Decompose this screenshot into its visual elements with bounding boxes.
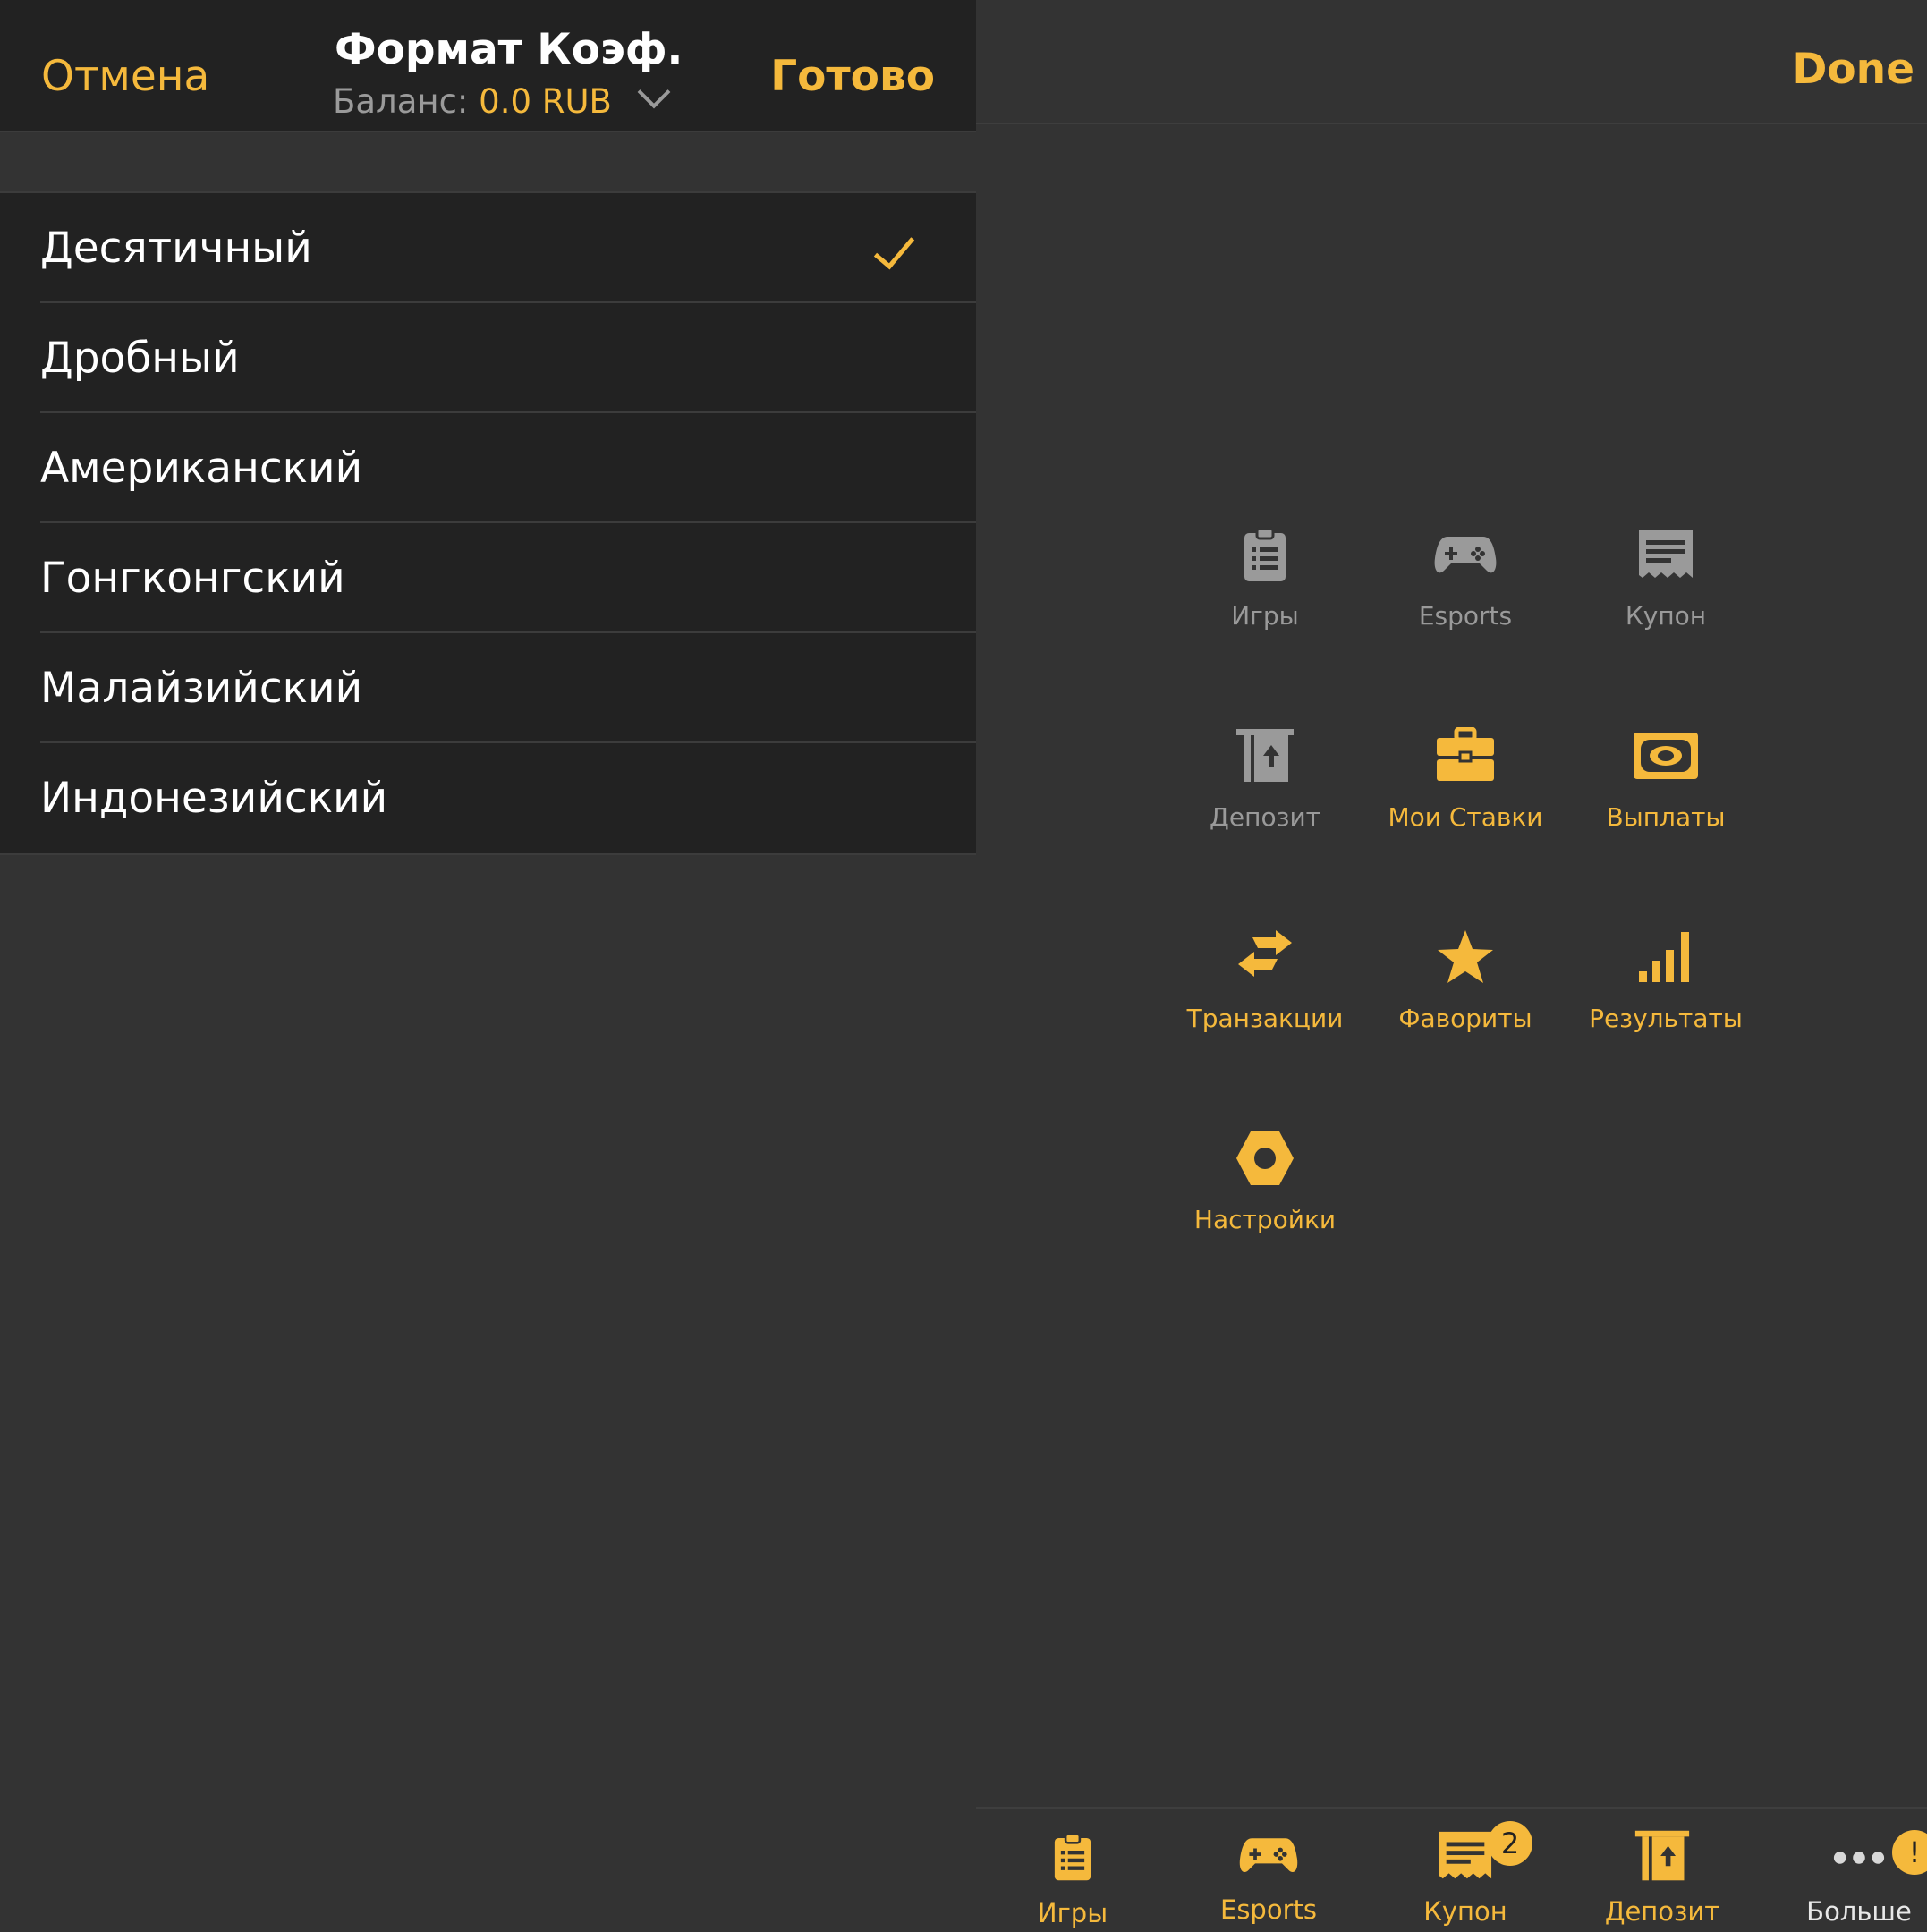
odds-format-option-decimal[interactable]: Десятичный: [0, 193, 976, 303]
menu-item-label: Настройки: [1193, 1205, 1337, 1234]
more-menu-screen: Done Игры Esports Купон Депозит Мои Став…: [976, 0, 1927, 1932]
more-alert-badge: !: [1892, 1830, 1927, 1875]
coupon-count-badge: 2: [1488, 1821, 1532, 1866]
balance-label: Баланс:: [333, 82, 469, 121]
tab-label: Депозит: [1604, 1896, 1720, 1927]
menu-item-results[interactable]: Результаты: [1567, 928, 1764, 1033]
odds-format-option-indonesian[interactable]: Индонезийский: [0, 743, 976, 853]
odds-format-option-fractional[interactable]: Дробный: [0, 303, 976, 413]
briefcase-icon: [1437, 727, 1494, 781]
menu-item-coupon[interactable]: Купон: [1567, 526, 1764, 631]
done-button[interactable]: Готово: [770, 52, 935, 101]
odds-format-option-malaysian[interactable]: Малайзийский: [0, 633, 976, 743]
odds-format-list: Десятичный Дробный Американский Гонгконг…: [0, 191, 976, 855]
done-button[interactable]: Done: [1792, 45, 1914, 94]
star-icon: [1438, 930, 1493, 983]
option-label: Американский: [40, 444, 363, 493]
option-label: Индонезийский: [40, 774, 388, 823]
gamepad-icon: [1239, 1838, 1298, 1873]
cancel-button[interactable]: Отмена: [41, 52, 209, 101]
tab-coupon[interactable]: Купон 2: [1398, 1821, 1532, 1927]
hex-nut-settings-icon: [1236, 1131, 1294, 1185]
menu-item-deposit[interactable]: Депозит: [1167, 727, 1363, 832]
tab-deposit[interactable]: Депозит: [1595, 1828, 1729, 1927]
tab-more[interactable]: Больше !: [1792, 1828, 1927, 1927]
chevron-down-icon: [637, 75, 671, 109]
clipboard-list-icon: [1054, 1833, 1091, 1881]
odds-format-option-american[interactable]: Американский: [0, 413, 976, 523]
menu-item-favorites[interactable]: Фавориты: [1367, 928, 1564, 1033]
balance-value: 0.0 RUB: [479, 82, 612, 121]
menu-item-games[interactable]: Игры: [1167, 526, 1363, 631]
option-label: Гонгконгский: [40, 554, 345, 603]
deposit-atm-icon: [1634, 1830, 1690, 1881]
menu-item-label: Esports: [1418, 601, 1513, 631]
menu-item-label: Выплаты: [1606, 802, 1726, 832]
tab-label: Больше: [1806, 1896, 1912, 1927]
menu-item-label: Купон: [1625, 601, 1707, 631]
balance-selector[interactable]: Баланс: 0.0 RUB: [333, 75, 671, 121]
navigation-bar: Отмена Формат Коэф. Баланс: 0.0 RUB Гото…: [0, 0, 976, 132]
banknote-icon: [1634, 733, 1698, 779]
menu-item-esports[interactable]: Esports: [1367, 526, 1564, 631]
option-label: Дробный: [40, 334, 240, 383]
option-label: Малайзийский: [40, 664, 363, 713]
menu-item-label: Депозит: [1210, 802, 1320, 832]
transfer-arrows-icon: [1238, 930, 1292, 977]
menu-item-label: Фавориты: [1398, 1004, 1532, 1033]
clipboard-list-icon: [1244, 527, 1286, 581]
option-label: Десятичный: [40, 224, 312, 273]
menu-item-label: Транзакции: [1186, 1004, 1344, 1033]
menu-item-transactions[interactable]: Транзакции: [1167, 928, 1363, 1033]
receipt-icon: [1639, 530, 1693, 578]
bar-chart-icon: [1639, 932, 1689, 982]
gamepad-icon: [1434, 537, 1497, 573]
tab-games[interactable]: Игры: [1006, 1828, 1140, 1928]
menu-item-label: Результаты: [1589, 1004, 1743, 1033]
menu-item-my-bets[interactable]: Мои Ставки: [1367, 727, 1564, 832]
tab-label: Купон: [1423, 1896, 1507, 1927]
menu-item-label: Игры: [1231, 601, 1299, 631]
tab-bar: Игры Esports Купон 2 Депозит Больше !: [976, 1807, 1927, 1932]
menu-item-settings[interactable]: Настройки: [1167, 1130, 1363, 1234]
deposit-atm-icon: [1236, 729, 1294, 782]
more-dots-icon: [1833, 1852, 1885, 1864]
receipt-icon: [1439, 1831, 1492, 1879]
menu-item-payouts[interactable]: Выплаты: [1567, 727, 1764, 832]
odds-format-screen: Отмена Формат Коэф. Баланс: 0.0 RUB Гото…: [0, 0, 976, 1932]
menu-item-label: Мои Ставки: [1388, 802, 1543, 832]
tab-label: Игры: [1037, 1898, 1108, 1928]
checkmark-icon: [873, 226, 915, 270]
tab-label: Esports: [1220, 1894, 1317, 1925]
tab-esports[interactable]: Esports: [1201, 1828, 1336, 1925]
navigation-bar: Done: [976, 0, 1927, 124]
page-title: Формат Коэф.: [335, 25, 683, 74]
odds-format-option-hongkong[interactable]: Гонгконгский: [0, 523, 976, 633]
